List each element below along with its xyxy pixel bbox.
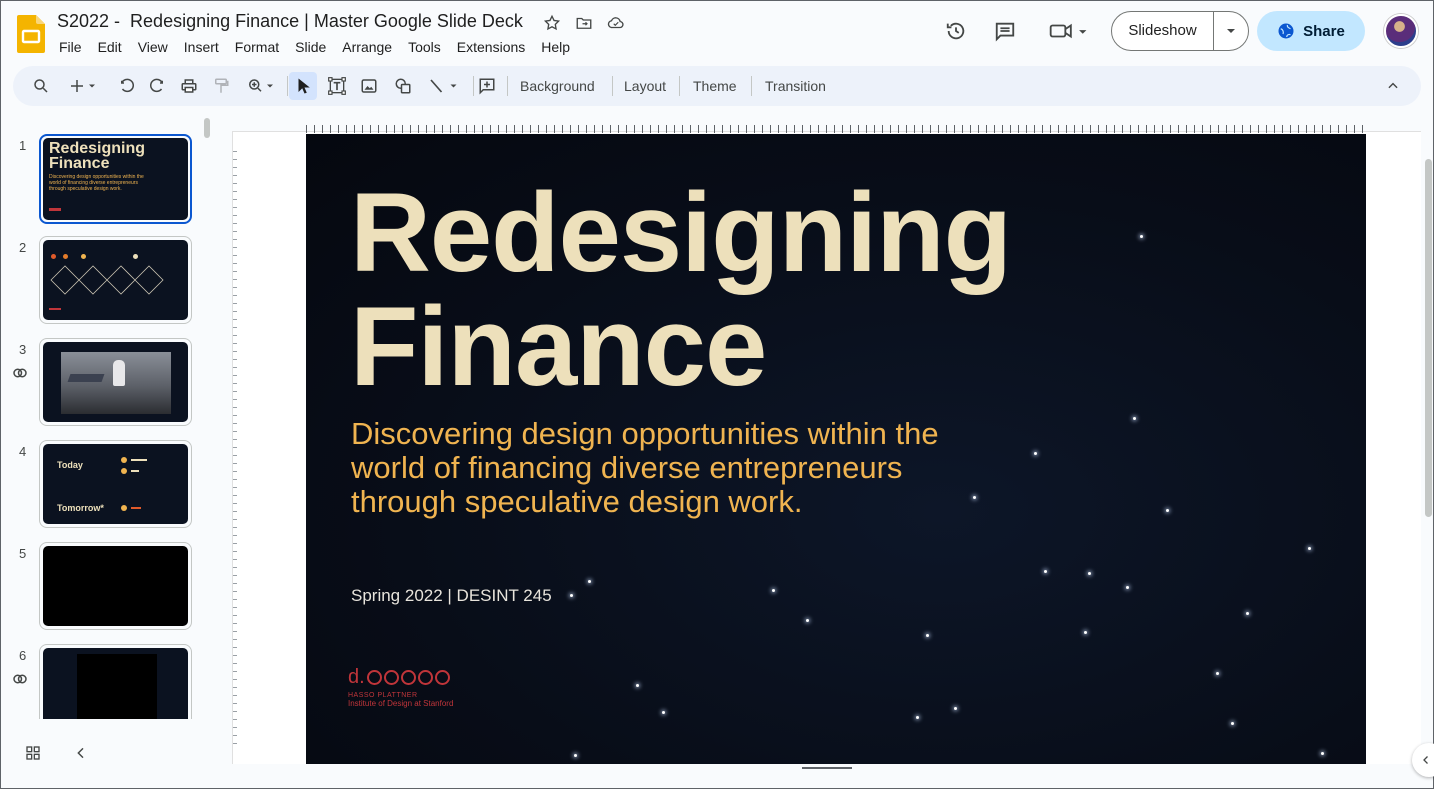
slide-thumbnail-1[interactable]: Redesigning Finance Discovering design o… [39,134,192,224]
canvas-vertical-scrollbar[interactable] [1425,159,1432,517]
vertical-ruler [233,151,237,751]
theme-button[interactable]: Theme [693,76,737,96]
paint-format-icon[interactable] [209,74,233,98]
slide-thumbnail-5[interactable] [39,542,192,630]
meet-video-icon[interactable] [1045,17,1093,45]
menu-extensions[interactable]: Extensions [449,38,533,56]
print-icon[interactable] [177,74,201,98]
slideshow-button-group: Slideshow [1111,11,1249,51]
new-slide-icon[interactable] [63,74,103,98]
menu-tools[interactable]: Tools [400,38,449,56]
slide-thumbnail-4[interactable]: Today Tomorrow* [39,440,192,528]
title-actions [539,11,629,35]
background-button[interactable]: Background [520,76,595,96]
text-box-icon[interactable] [325,74,349,98]
slide-number: 2 [19,240,27,255]
cloud-saved-icon[interactable] [603,11,629,35]
slide-thumbnail-2[interactable] [39,236,192,324]
search-menus-icon[interactable] [29,74,53,98]
slide-number: 5 [19,546,27,561]
toolbar-divider [473,76,474,96]
linked-slide-icon [13,674,27,684]
move-folder-icon[interactable] [571,11,597,35]
slides-logo-icon[interactable] [17,15,45,53]
dschool-logo-d: d. [348,666,365,688]
menu-bar: File Edit View Insert Format Slide Arran… [51,38,578,56]
zoom-icon[interactable] [241,74,281,98]
redo-icon[interactable] [145,74,169,98]
filmstrip-scrollbar[interactable] [204,118,210,138]
slide-thumbnail-6[interactable] [39,644,192,719]
slide-title-line-1: Redesigning [350,170,1012,295]
insert-image-icon[interactable] [357,74,381,98]
slide-title[interactable]: Redesigning Finance [350,176,1012,404]
menu-insert[interactable]: Insert [176,38,227,56]
slide-number: 3 [19,342,27,357]
share-button[interactable]: Share [1257,11,1365,51]
horizontal-ruler [306,125,1366,133]
toolbar-divider [287,76,288,96]
thumb-tomorrow: Tomorrow* [57,503,104,513]
slide-number: 6 [19,648,27,663]
share-label: Share [1303,22,1345,40]
dschool-logo[interactable]: d. HASSO PLATTNER Institute of Design at… [348,666,453,708]
speaker-notes-handle[interactable] [802,767,852,769]
app-window: S2022 - Redesigning Finance | Master Goo… [0,0,1434,789]
toolbar-divider [507,76,508,96]
account-avatar[interactable] [1384,14,1418,48]
toolbar-divider [612,76,613,96]
menu-edit[interactable]: Edit [90,38,130,56]
toolbar: Background Layout Theme Transition [13,66,1421,106]
logo-line-1: HASSO PLATTNER [348,692,418,699]
slide-title-line-2: Finance [350,284,767,409]
thumb-subtitle: Discovering design opportunities within … [49,174,144,192]
shape-icon[interactable] [391,74,415,98]
toolbar-divider [679,76,680,96]
thumb-today: Today [57,460,83,470]
menu-help[interactable]: Help [533,38,578,56]
transition-button[interactable]: Transition [765,76,826,96]
comments-icon[interactable] [991,17,1019,45]
line-icon[interactable] [421,74,465,98]
linked-slide-icon [13,368,27,378]
filmstrip-footer [1,736,219,772]
slideshow-dropdown-icon[interactable] [1214,25,1248,37]
slide-number: 1 [19,138,27,153]
slide-thumbnail-3[interactable] [39,338,192,426]
layout-button[interactable]: Layout [624,76,666,96]
globe-icon [1278,23,1294,39]
grid-view-icon[interactable] [25,745,41,761]
menu-view[interactable]: View [130,38,176,56]
collapse-toolbar-icon[interactable] [1381,74,1405,98]
version-history-icon[interactable] [942,17,970,45]
toolbar-divider [751,76,752,96]
menu-file[interactable]: File [51,38,90,56]
slide-filmstrip: 1 Redesigning Finance Discovering design… [1,114,219,719]
thumb-title: Redesigning Finance [49,140,146,172]
side-panel-toggle-icon[interactable] [1412,743,1434,777]
slide-number: 4 [19,444,27,459]
logo-line-2: Institute of Design at Stanford [348,699,454,708]
slide-subtitle[interactable]: Discovering design opportunities within … [351,417,951,519]
menu-arrange[interactable]: Arrange [334,38,400,56]
undo-icon[interactable] [115,74,139,98]
current-slide[interactable]: Redesigning Finance Discovering design o… [306,134,1366,764]
collapse-filmstrip-icon[interactable] [73,745,89,761]
select-cursor-icon[interactable] [289,72,317,100]
add-comment-icon[interactable] [475,74,499,98]
document-title[interactable]: S2022 - Redesigning Finance | Master Goo… [57,11,523,32]
menu-slide[interactable]: Slide [287,38,334,56]
slideshow-button[interactable]: Slideshow [1112,12,1214,50]
slide-course-date[interactable]: Spring 2022 | DESINT 245 [351,586,552,606]
menu-format[interactable]: Format [227,38,287,56]
astronaut-image [61,352,171,414]
star-icon[interactable] [539,11,565,35]
